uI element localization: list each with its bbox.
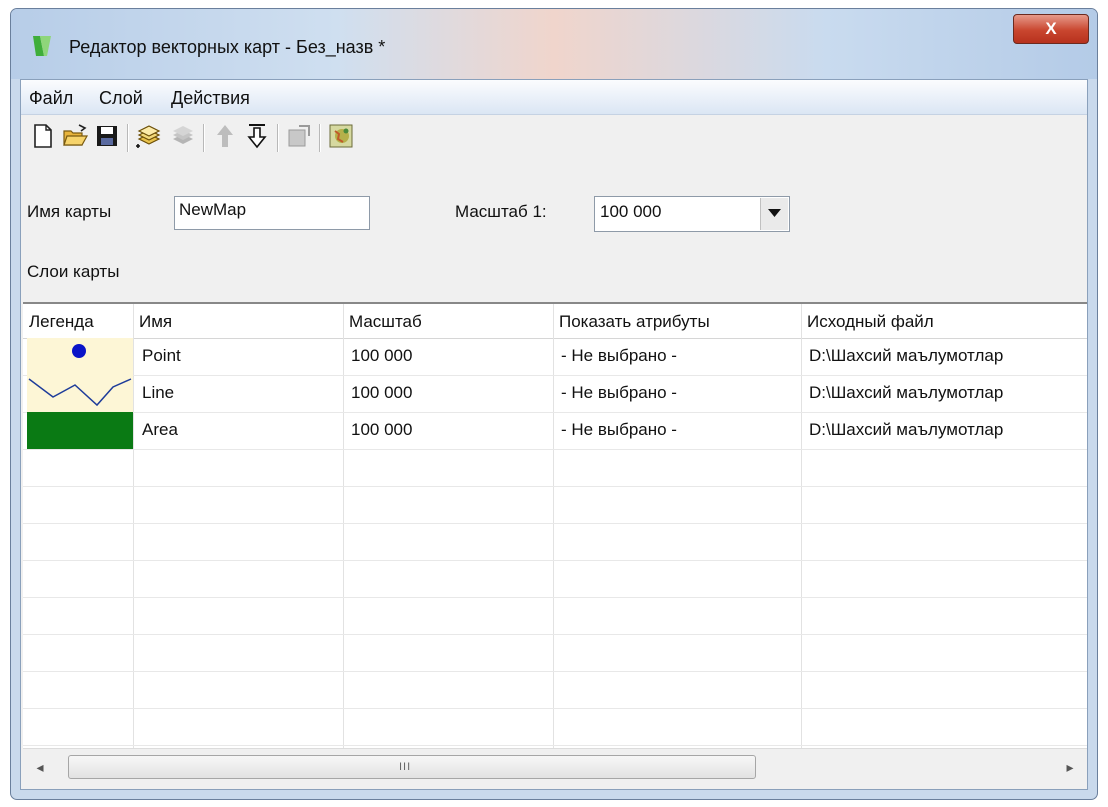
column-divider (133, 304, 134, 749)
row-divider (23, 486, 1087, 487)
column-divider (801, 304, 802, 749)
scale-label: Масштаб 1: (455, 202, 547, 221)
legend-area-symbol (27, 412, 133, 449)
column-divider (343, 304, 344, 749)
map-name-input[interactable]: NewMap (174, 196, 370, 230)
layer-file-cell[interactable]: D:\Шахсий маълумотлар (809, 383, 1003, 403)
row-divider (23, 412, 1087, 413)
title-bar[interactable]: Редактор векторных карт - Без_назв * X (11, 9, 1097, 79)
scroll-left-icon[interactable]: ◂ (31, 758, 49, 776)
menu-bar: Файл Слой Действия (21, 80, 1087, 115)
column-divider (553, 304, 554, 749)
column-header-file[interactable]: Исходный файл (801, 304, 1087, 339)
app-window: Редактор векторных карт - Без_назв * X Ф… (10, 8, 1098, 800)
close-button[interactable]: X (1013, 14, 1089, 44)
layer-scale-cell[interactable]: 100 000 (351, 420, 412, 440)
layers-label: Слои карты (27, 262, 120, 281)
layer-name-cell[interactable]: Point (142, 346, 181, 366)
scale-dropdown-button[interactable] (760, 198, 788, 230)
grip-icon: III (399, 761, 412, 773)
layer-name-cell[interactable]: Area (142, 420, 178, 440)
window-title: Редактор векторных карт - Без_назв * (69, 37, 386, 57)
save-disk-icon[interactable] (93, 122, 121, 150)
toolbar-separator (203, 124, 205, 152)
toolbar-separator (277, 124, 279, 152)
client-area: Файл Слой Действия Имя карты NewMap Масш… (20, 79, 1088, 790)
scale-value: 100 000 (600, 202, 662, 221)
layer-scale-cell[interactable]: 100 000 (351, 383, 412, 403)
layer-attributes-cell[interactable]: - Не выбрано - (561, 383, 677, 403)
legend-line-symbol (27, 375, 133, 412)
layer-file-cell[interactable]: D:\Шахсий маълумотлар (809, 346, 1003, 366)
layer-attributes-cell[interactable]: - Не выбрано - (561, 420, 677, 440)
chevron-down-icon (768, 209, 781, 217)
toolbar-separator (319, 124, 321, 152)
menu-file[interactable]: Файл (29, 88, 73, 109)
layers-table: Легенда Имя Масштаб Показать атрибуты Ис… (23, 302, 1087, 749)
move-up-icon[interactable] (211, 122, 239, 150)
open-folder-icon[interactable] (61, 122, 89, 150)
layer-file-cell[interactable]: D:\Шахсий маълумотлар (809, 420, 1003, 440)
row-divider (23, 745, 1087, 746)
app-icon (33, 36, 51, 56)
scale-select[interactable]: 100 000 (594, 196, 790, 232)
column-header-attributes[interactable]: Показать атрибуты (553, 304, 801, 339)
layer-properties-icon[interactable] (285, 122, 313, 150)
column-header-name[interactable]: Имя (133, 304, 343, 339)
layer-attributes-cell[interactable]: - Не выбрано - (561, 346, 677, 366)
layer-scale-cell[interactable]: 100 000 (351, 346, 412, 366)
column-header-legend[interactable]: Легенда (23, 304, 133, 339)
toolbar (21, 116, 1087, 160)
row-divider (23, 449, 1087, 450)
scroll-right-icon[interactable]: ▸ (1061, 758, 1079, 776)
layer-name-cell[interactable]: Line (142, 383, 174, 403)
menu-actions[interactable]: Действия (171, 88, 250, 109)
legend-point-symbol (27, 338, 133, 375)
new-file-icon[interactable] (29, 122, 57, 150)
scrollbar-thumb[interactable]: III (68, 755, 756, 779)
move-down-icon[interactable] (243, 122, 271, 150)
map-name-label: Имя карты (27, 202, 112, 221)
row-divider (23, 671, 1087, 672)
row-divider (23, 523, 1087, 524)
row-divider (23, 634, 1087, 635)
horizontal-scrollbar[interactable]: ◂ III ▸ (23, 748, 1087, 785)
row-divider (23, 597, 1087, 598)
row-divider (23, 708, 1087, 709)
toolbar-separator (127, 124, 129, 152)
row-divider (23, 375, 1087, 376)
menu-layer[interactable]: Слой (99, 88, 143, 109)
map-image-icon[interactable] (327, 122, 355, 150)
remove-layer-icon[interactable] (169, 122, 197, 150)
row-divider (23, 560, 1087, 561)
column-header-scale[interactable]: Масштаб (343, 304, 553, 339)
add-layer-icon[interactable] (135, 122, 163, 150)
